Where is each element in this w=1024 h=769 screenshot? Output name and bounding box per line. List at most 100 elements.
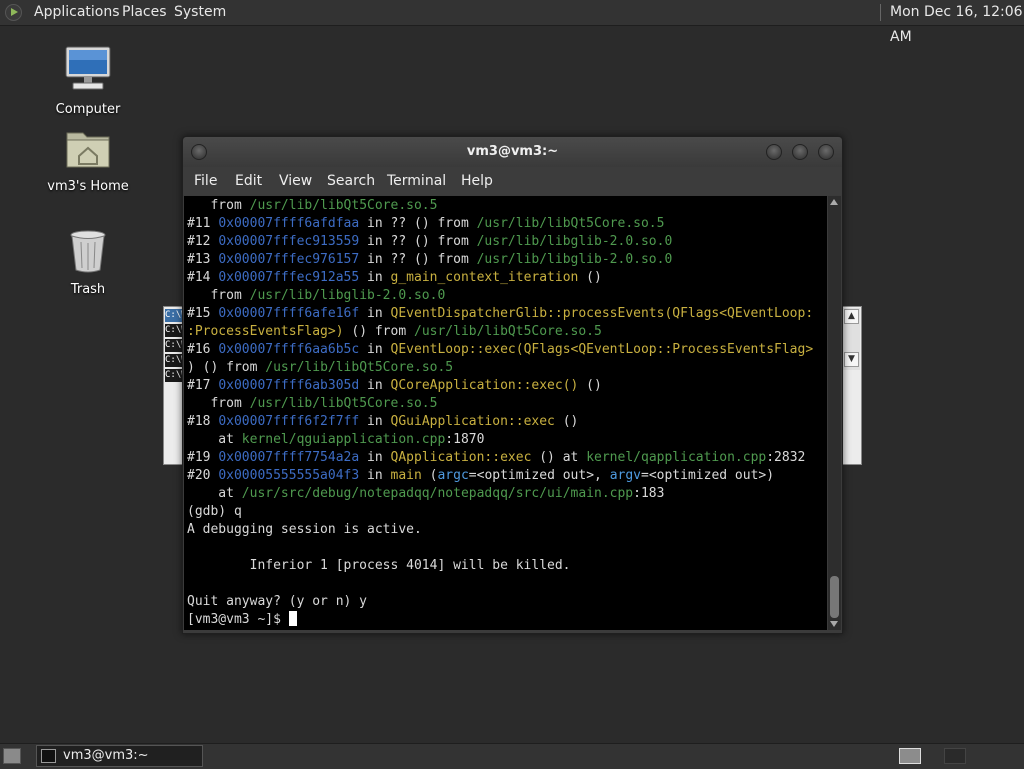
applications-menu[interactable]: Applications xyxy=(34,0,120,25)
close-icon[interactable] xyxy=(818,144,834,160)
scroll-down-icon[interactable] xyxy=(830,621,838,627)
list-item: C:\W xyxy=(165,354,183,367)
bottom-panel: vm3@vm3:~ xyxy=(0,743,1024,769)
desktop-icon-home[interactable]: vm3's Home xyxy=(28,127,148,194)
terminal-path-text: kernel/qguiapplication.cpp xyxy=(241,432,446,447)
menu-search[interactable]: Search xyxy=(327,167,375,195)
terminal-text: :2832 xyxy=(766,450,806,465)
terminal-text: () xyxy=(578,378,602,393)
desktop-icon-label: Computer xyxy=(55,102,121,117)
desktop-icon-label: vm3's Home xyxy=(47,179,129,194)
menu-terminal[interactable]: Terminal xyxy=(387,167,446,195)
maximize-icon[interactable] xyxy=(792,144,808,160)
terminal-line: [vm3@vm3 ~]$ xyxy=(187,611,297,629)
scroll-down-icon[interactable]: ▼ xyxy=(844,352,859,367)
terminal-text: () from xyxy=(343,324,414,339)
list-item: C:\W xyxy=(165,369,183,382)
terminal-text: A debugging session is active. xyxy=(187,522,422,537)
terminal-text: [vm3@vm3 ~]$ xyxy=(187,612,289,627)
terminal-text: #14 xyxy=(187,270,219,285)
terminal-text: at xyxy=(187,432,242,447)
menu-help[interactable]: Help xyxy=(461,167,493,195)
desktop-icon-trash[interactable]: Trash xyxy=(28,228,148,297)
terminal-func-text: QGuiApplication::exec xyxy=(390,414,555,429)
terminal-text: =<optimized out>) xyxy=(641,468,775,483)
terminal-text: in xyxy=(359,306,391,321)
terminal-text: in xyxy=(359,378,391,393)
terminal-text: #13 xyxy=(187,252,219,267)
terminal-text: ) () from xyxy=(187,360,266,375)
taskbar-item-label: vm3@vm3:~ xyxy=(63,748,149,763)
terminal-line: #18 0x00007ffff6f2f7ff in QGuiApplicatio… xyxy=(187,413,578,431)
terminal-text: ( xyxy=(421,468,438,483)
desktop-icon-label: Trash xyxy=(70,282,106,297)
terminal-path-text: kernel/qapplication.cpp xyxy=(586,450,767,465)
terminal-addr-text: 0x00005555555a04f3 xyxy=(218,468,360,483)
clock[interactable]: Mon Dec 16, 12:06 AM xyxy=(890,0,1024,45)
terminal-addr-text: 0x00007ffff6f2f7ff xyxy=(218,414,360,429)
desktop-icon-computer[interactable]: Computer xyxy=(28,44,148,117)
scrollbar-thumb[interactable] xyxy=(830,576,839,618)
terminal-text: in xyxy=(359,468,391,483)
background-window-text: C:\W C:\W C:\W C:\W C:\W xyxy=(165,309,183,384)
terminal-text: from xyxy=(187,396,250,411)
terminal-func-text: QCoreApplication::exec() xyxy=(390,378,579,393)
menu-view[interactable]: View xyxy=(279,167,312,195)
terminal-func-text: QEventDispatcherGlib::processEvents(QFla… xyxy=(390,306,814,321)
scroll-up-icon[interactable] xyxy=(830,199,838,205)
terminal-text: #17 xyxy=(187,378,219,393)
show-desktop-icon[interactable] xyxy=(3,748,21,764)
system-menu[interactable]: System xyxy=(174,0,226,25)
scroll-up-icon[interactable]: ▲ xyxy=(844,309,859,324)
terminal-line: #15 0x00007ffff6afe16f in QEventDispatch… xyxy=(187,305,813,323)
terminal-text: #19 xyxy=(187,450,219,465)
terminal-text: #18 xyxy=(187,414,219,429)
terminal-line: Quit anyway? (y or n) y xyxy=(187,593,367,611)
terminal-line: Inferior 1 [process 4014] will be killed… xyxy=(187,557,571,575)
minimize-icon[interactable] xyxy=(766,144,782,160)
terminal-text: Quit anyway? (y or n) y xyxy=(187,594,368,609)
terminal-addr-text: 0x00007ffff6ab305d xyxy=(218,378,360,393)
terminal-func-text: g_main_context_iteration xyxy=(390,270,579,285)
terminal-window[interactable]: vm3@vm3:~ File Edit View Search Terminal… xyxy=(182,136,843,634)
terminal-line: from /usr/lib/libglib-2.0.so.0 xyxy=(187,287,445,305)
terminal-addr-text: 0x00007ffff6aa6b5c xyxy=(218,342,360,357)
terminal-text: at xyxy=(187,486,242,501)
terminal-text: () xyxy=(578,270,602,285)
distro-logo-icon[interactable] xyxy=(5,4,22,21)
workspace-1[interactable] xyxy=(899,748,921,764)
terminal-text: in ?? () from xyxy=(359,216,477,231)
places-menu[interactable]: Places xyxy=(122,0,167,25)
terminal-line: #11 0x00007ffff6afdfaa in ?? () from /us… xyxy=(187,215,664,233)
terminal-text: :1870 xyxy=(445,432,485,447)
background-window-scrollbar[interactable]: ▲ ▼ xyxy=(842,308,860,370)
terminal-line: at kernel/qguiapplication.cpp:1870 xyxy=(187,431,484,449)
terminal-path-text: /usr/lib/libQt5Core.so.5 xyxy=(265,360,454,375)
terminal-text: #11 xyxy=(187,216,219,231)
terminal-text: #15 xyxy=(187,306,219,321)
terminal-output[interactable]: from /usr/lib/libQt5Core.so.5 #11 0x00007… xyxy=(184,196,827,630)
list-item: C:\W xyxy=(165,309,183,322)
menu-file[interactable]: File xyxy=(194,167,217,195)
taskbar-item-terminal[interactable]: vm3@vm3:~ xyxy=(36,745,203,767)
terminal-addr-text: 0x00007fffec912a55 xyxy=(218,270,360,285)
terminal-text: =<optimized out>, xyxy=(468,468,610,483)
terminal-line: :ProcessEventsFlag>) () from /usr/lib/li… xyxy=(187,323,602,341)
terminal-func-text: QEventLoop::exec(QFlags<QEventLoop::Proc… xyxy=(390,342,814,357)
terminal-titlebar[interactable]: vm3@vm3:~ xyxy=(183,137,842,167)
terminal-path-text: /usr/lib/libQt5Core.so.5 xyxy=(249,396,438,411)
terminal-text: in xyxy=(359,270,391,285)
terminal-path-text: /usr/lib/libQt5Core.so.5 xyxy=(249,198,438,213)
terminal-path-text: /usr/lib/libglib-2.0.so.0 xyxy=(249,288,446,303)
list-item: C:\W xyxy=(165,339,183,352)
workspace-2[interactable] xyxy=(944,748,966,764)
terminal-line: #17 0x00007ffff6ab305d in QCoreApplicati… xyxy=(187,377,602,395)
terminal-text: #20 xyxy=(187,468,219,483)
menu-edit[interactable]: Edit xyxy=(235,167,262,195)
panel-separator xyxy=(880,4,881,21)
window-title: vm3@vm3:~ xyxy=(466,144,559,159)
terminal-scrollbar[interactable] xyxy=(828,196,841,630)
terminal-text: () at xyxy=(531,450,587,465)
terminal-path-text: /usr/src/debug/notepadqq/notepadqq/src/u… xyxy=(241,486,634,501)
terminal-func-text: :ProcessEventsFlag>) xyxy=(187,324,344,339)
